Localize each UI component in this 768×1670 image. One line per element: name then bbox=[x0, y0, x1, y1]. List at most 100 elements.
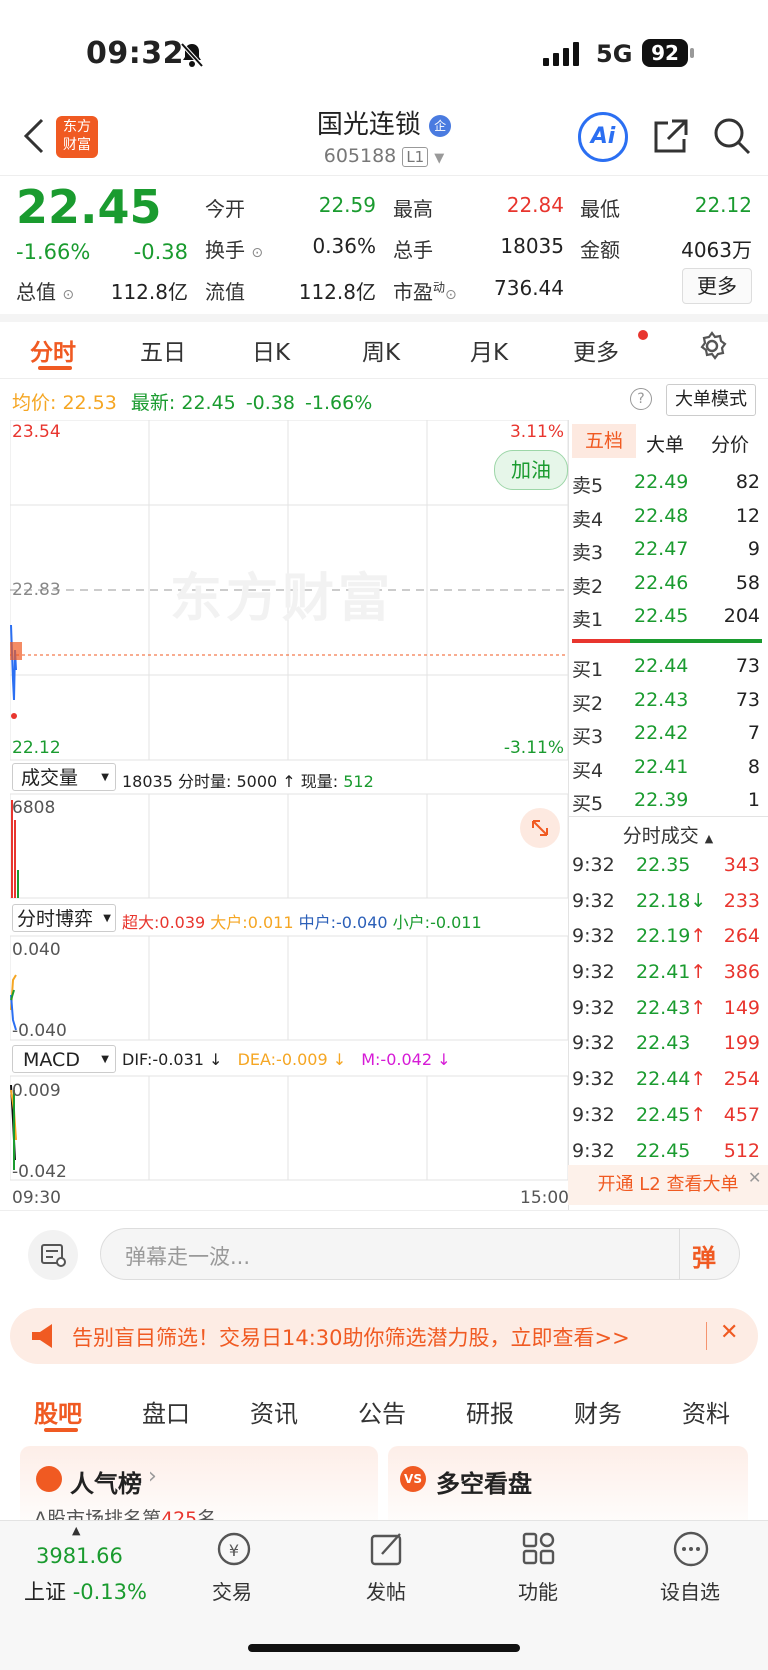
danmaku-send-button[interactable]: 弹 bbox=[692, 1238, 716, 1273]
volume-y-top: 6808 bbox=[12, 798, 56, 818]
tab-forum[interactable]: 股吧 bbox=[34, 1394, 82, 1429]
ob-tab-big[interactable]: 大单 bbox=[646, 430, 684, 457]
turnover-label[interactable]: 换手 ⊙ bbox=[205, 234, 263, 263]
danmaku-input[interactable]: 弹幕走一波... bbox=[100, 1228, 740, 1280]
settings-gear-icon[interactable] bbox=[697, 331, 727, 365]
tick-time: 9:32 bbox=[572, 961, 615, 984]
tab-post[interactable]: 发帖 bbox=[366, 1576, 406, 1605]
tab-weekly-k[interactable]: 周K bbox=[362, 333, 400, 367]
tick-volume: 233 bbox=[723, 889, 760, 912]
tab-profile[interactable]: 资料 bbox=[682, 1394, 730, 1429]
tick-price: 22.41↑ bbox=[636, 961, 707, 984]
tab-news[interactable]: 资讯 bbox=[250, 1394, 298, 1429]
ticks-header[interactable]: 分时成交 ▲ bbox=[568, 816, 768, 848]
ask-price: 22.45 bbox=[634, 605, 689, 627]
open-value: 22.59 bbox=[318, 193, 376, 217]
pe-label[interactable]: 市盈动⊙ bbox=[393, 276, 457, 305]
open-label: 今开 bbox=[205, 197, 245, 221]
stock-name: 国光连锁 bbox=[316, 110, 421, 140]
chevron-right-icon: › bbox=[148, 1464, 157, 1489]
ranking-icon bbox=[36, 1466, 62, 1492]
tab-intraday[interactable]: 分时 bbox=[30, 333, 76, 367]
bid-label: 买5 bbox=[572, 793, 604, 815]
tick-price: 22.45 bbox=[636, 1139, 691, 1162]
help-icon[interactable]: ? bbox=[630, 388, 652, 410]
ask-volume: 204 bbox=[723, 605, 760, 627]
danmaku-settings-icon[interactable] bbox=[28, 1230, 78, 1280]
tab-research[interactable]: 研报 bbox=[466, 1394, 514, 1429]
ask-row: 卖2 22.46 58 bbox=[572, 568, 762, 602]
tick-price: 22.45↑ bbox=[636, 1103, 707, 1126]
big-order-mode-button[interactable]: 大单模式 bbox=[666, 384, 756, 416]
game-selector-label: 分时博弈 bbox=[17, 908, 94, 930]
high-value: 22.84 bbox=[506, 193, 564, 217]
tick-price: 22.44↑ bbox=[636, 1068, 707, 1091]
bid-label: 买1 bbox=[572, 659, 604, 681]
index-value[interactable]: 3981.66 bbox=[36, 1544, 123, 1568]
ask-volume: 12 bbox=[735, 504, 760, 527]
bid-label: 买4 bbox=[572, 759, 604, 782]
close-icon[interactable]: ✕ bbox=[748, 1168, 761, 1187]
more-button[interactable]: 更多 bbox=[682, 268, 752, 304]
ask-row: 卖4 22.48 12 bbox=[572, 501, 762, 535]
tab-trade[interactable]: 交易 bbox=[212, 1576, 252, 1605]
avg-price-row: 均价: 22.53 最新: 22.45 -0.38 -1.66% bbox=[12, 388, 372, 415]
index-row[interactable]: 上证 -0.13% bbox=[24, 1576, 147, 1606]
latest-change: -0.38 bbox=[245, 392, 295, 414]
ask-row: 卖5 22.49 82 bbox=[572, 467, 762, 501]
tab-finance[interactable]: 财务 bbox=[574, 1394, 622, 1429]
home-indicator bbox=[248, 1644, 520, 1652]
close-icon[interactable]: ✕ bbox=[720, 1320, 738, 1345]
tab-more[interactable]: 更多 bbox=[573, 333, 619, 367]
tab-daily-k[interactable]: 日K bbox=[252, 333, 290, 367]
avg-value: 22.53 bbox=[62, 392, 117, 414]
ob-tab-five[interactable]: 五档 bbox=[572, 424, 636, 458]
chart-panels[interactable] bbox=[10, 420, 568, 1210]
tab-five-day[interactable]: 五日 bbox=[140, 333, 186, 367]
game-selector[interactable]: 分时博弈 ▼ bbox=[12, 904, 116, 932]
tab-active-indicator bbox=[38, 366, 72, 370]
expand-icon[interactable] bbox=[520, 808, 560, 848]
tick-time: 9:32 bbox=[572, 925, 615, 948]
bid-price: 22.39 bbox=[634, 789, 689, 811]
tab-functions[interactable]: 功能 bbox=[518, 1576, 558, 1605]
current-price: 22.45 bbox=[16, 180, 162, 234]
tab-monthly-k[interactable]: 月K bbox=[470, 333, 508, 367]
volume-selector[interactable]: 成交量 ▼ bbox=[12, 763, 116, 791]
section-gap bbox=[0, 314, 768, 322]
l2-banner[interactable]: 开通 L2 查看大单 bbox=[568, 1165, 768, 1205]
ask-list: 卖5 22.49 82 卖4 22.48 12 卖3 22.47 9 卖2 22.46 58 卖1 22.… bbox=[572, 467, 762, 635]
tab-handicap[interactable]: 盘口 bbox=[142, 1394, 190, 1429]
ob-tab-price[interactable]: 分价 bbox=[711, 430, 749, 457]
promo-text: 告别盲目筛选！交易日14:30助你筛选潜力股，立即查看>> bbox=[72, 1326, 630, 1350]
ai-button[interactable]: Ai bbox=[578, 112, 628, 162]
mktcap-value: 112.8亿 bbox=[110, 280, 188, 304]
y-top-price: 23.54 bbox=[12, 422, 61, 442]
more-dots-icon[interactable] bbox=[672, 1530, 710, 1572]
mktcap-label[interactable]: 总值 ⊙ bbox=[16, 276, 74, 305]
caret-down-icon: ▼ bbox=[103, 913, 111, 924]
l2-banner-label: 开通 L2 查看大单 bbox=[597, 1174, 739, 1195]
tab-add-watchlist[interactable]: 设自选 bbox=[660, 1576, 720, 1605]
cheer-button[interactable]: 加油 bbox=[494, 450, 568, 490]
price-pct: -1.66% bbox=[16, 240, 91, 264]
notification-dot bbox=[638, 330, 648, 340]
search-icon[interactable] bbox=[712, 116, 752, 160]
post-icon[interactable] bbox=[368, 1530, 406, 1572]
functions-icon[interactable] bbox=[520, 1530, 558, 1572]
enterprise-badge: 企 bbox=[429, 114, 452, 137]
tab-announcements[interactable]: 公告 bbox=[358, 1394, 406, 1429]
trade-icon[interactable]: ¥ bbox=[214, 1530, 254, 1572]
share-icon[interactable] bbox=[652, 117, 690, 159]
bid-volume: 7 bbox=[747, 722, 760, 744]
low-label: 最低 bbox=[580, 197, 620, 221]
network-label: 5G bbox=[596, 40, 633, 68]
macd-selector[interactable]: MACD ▼ bbox=[12, 1045, 116, 1073]
danmaku-placeholder: 弹幕走一波... bbox=[125, 1245, 251, 1269]
game-y-bottom: -0.040 bbox=[12, 1021, 67, 1041]
bid-row: 买1 22.44 73 bbox=[572, 651, 762, 685]
tick-volume: 199 bbox=[723, 1032, 760, 1055]
bid-volume: 73 bbox=[735, 688, 760, 711]
info-dots-icon: ⊙ bbox=[445, 287, 457, 303]
promo-banner[interactable]: 告别盲目筛选！交易日14:30助你筛选潜力股，立即查看>> ✕ bbox=[10, 1308, 758, 1364]
